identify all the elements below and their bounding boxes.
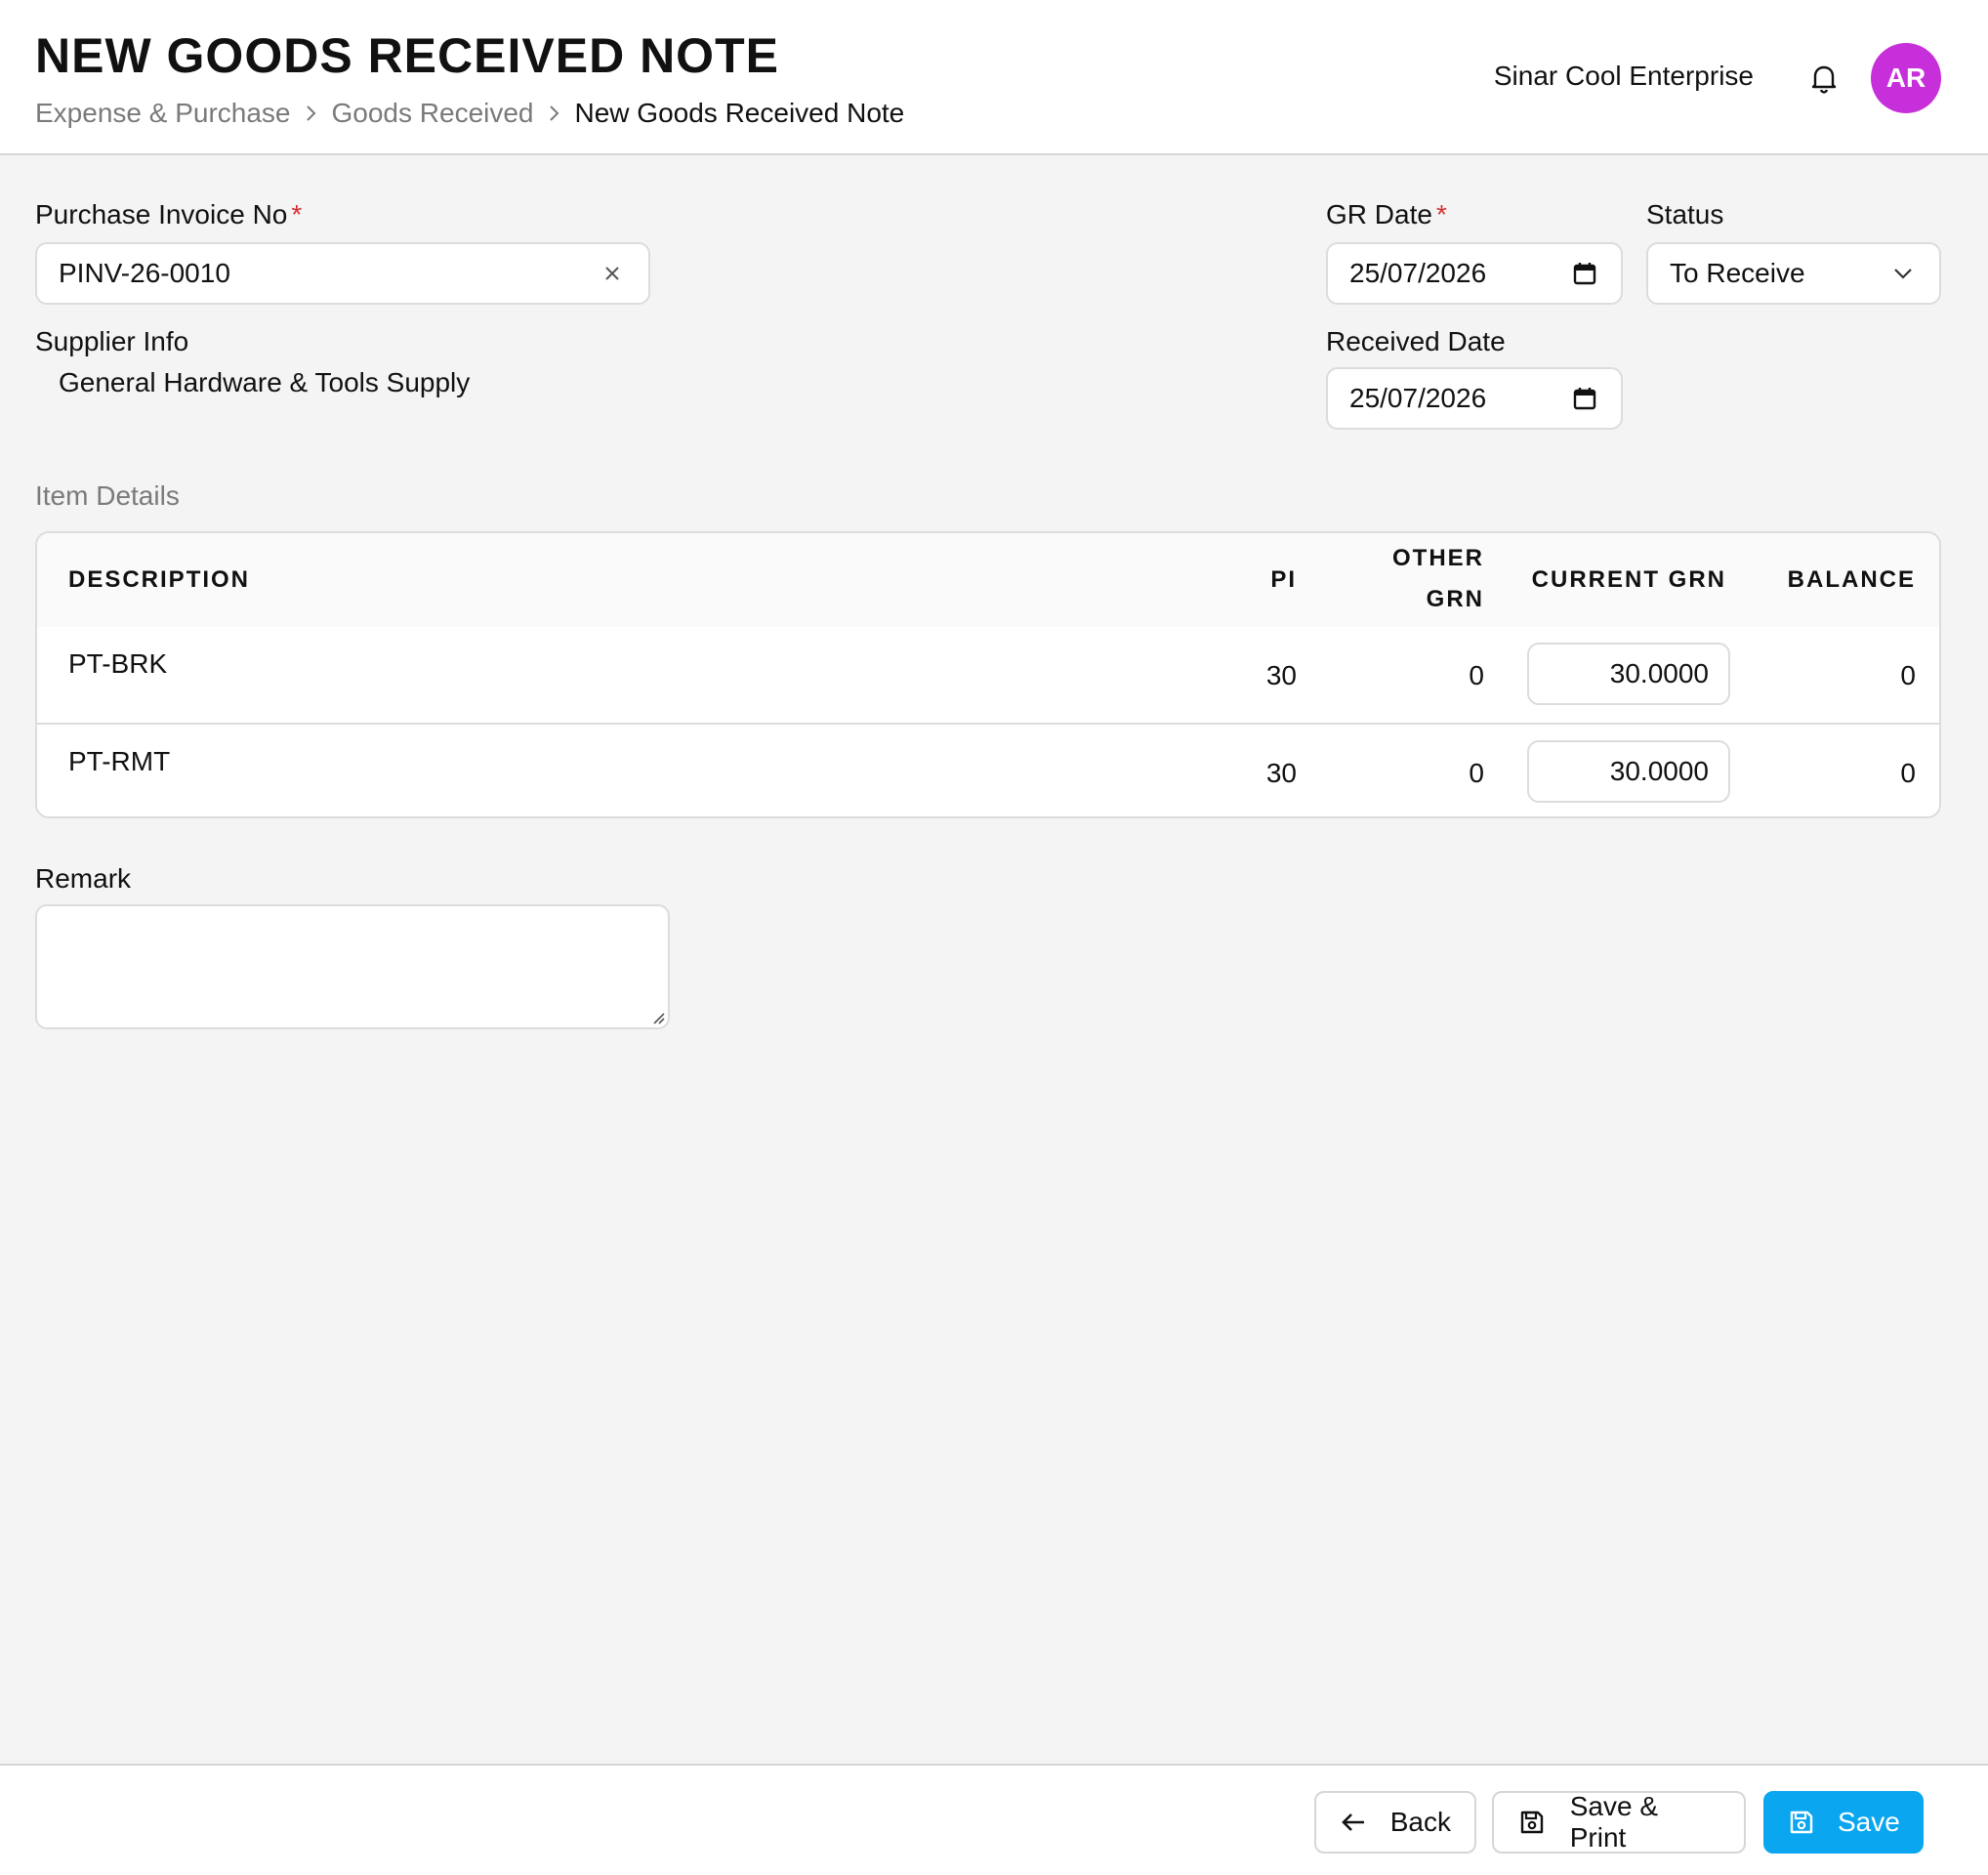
- item-details-title: Item Details: [35, 480, 180, 511]
- breadcrumb: Expense & Purchase Goods Received New Go…: [35, 94, 904, 133]
- item-details-table: DESCRIPTION PI OTHER GRN CURRENT GRN BAL…: [35, 531, 1941, 818]
- calendar-icon[interactable]: [1570, 384, 1599, 413]
- item-pi: 30: [1265, 660, 1297, 690]
- item-balance: 0: [1900, 758, 1916, 788]
- remark-textarea[interactable]: [35, 904, 670, 1029]
- item-description: PT-RMT: [68, 746, 171, 776]
- chevron-down-icon: [1888, 259, 1918, 288]
- purchase-invoice-value: PINV-26-0010: [59, 258, 230, 288]
- chevron-right-icon: [291, 104, 332, 123]
- calendar-icon[interactable]: [1570, 259, 1599, 288]
- table-row: PT-RMT 30 0 30.0000 0: [37, 723, 1939, 816]
- save-icon: [1517, 1808, 1547, 1837]
- save-print-button[interactable]: Save & Print: [1492, 1791, 1746, 1854]
- column-description: DESCRIPTION: [68, 566, 251, 593]
- save-icon: [1789, 1808, 1814, 1837]
- current-grn-input[interactable]: 30.0000: [1527, 740, 1730, 803]
- status-select[interactable]: To Receive: [1646, 242, 1941, 305]
- remark-label: Remark: [35, 863, 132, 894]
- status-value: To Receive: [1670, 258, 1805, 288]
- received-date-value: 25/07/2026: [1349, 383, 1487, 413]
- table-row: PT-BRK 30 0 30.0000 0: [37, 627, 1939, 723]
- resize-handle-icon[interactable]: [648, 1008, 666, 1025]
- current-grn-input[interactable]: 30.0000: [1527, 643, 1730, 705]
- breadcrumb-goods-received[interactable]: Goods Received: [332, 98, 534, 129]
- item-other-grn: 0: [1469, 660, 1484, 690]
- arrow-left-icon: [1340, 1808, 1367, 1837]
- clear-icon[interactable]: [598, 259, 627, 288]
- gr-date-value: 25/07/2026: [1349, 258, 1487, 288]
- item-pi: 30: [1265, 758, 1297, 788]
- footer-bar: Back Save & Print Save: [0, 1764, 1988, 1875]
- back-button[interactable]: Back: [1314, 1791, 1476, 1854]
- company-name[interactable]: Sinar Cool Enterprise: [1494, 61, 1754, 92]
- purchase-invoice-field[interactable]: PINV-26-0010: [35, 242, 650, 305]
- column-other-grn: OTHER GRN: [1392, 545, 1484, 612]
- avatar[interactable]: AR: [1871, 43, 1941, 113]
- item-balance: 0: [1900, 660, 1916, 690]
- chevron-right-icon: [534, 104, 575, 123]
- item-other-grn: 0: [1469, 758, 1484, 788]
- save-button[interactable]: Save: [1763, 1791, 1924, 1854]
- table-header: DESCRIPTION PI OTHER GRN CURRENT GRN BAL…: [37, 533, 1939, 627]
- supplier-info-label: Supplier Info: [35, 326, 189, 356]
- item-description: PT-BRK: [68, 648, 168, 679]
- status-label: Status: [1646, 199, 1724, 229]
- purchase-invoice-label: Purchase Invoice No *: [35, 199, 303, 229]
- column-balance: BALANCE: [1787, 566, 1916, 593]
- column-pi: PI: [1270, 566, 1297, 593]
- column-current-grn: CURRENT GRN: [1531, 566, 1726, 593]
- bell-icon[interactable]: [1806, 61, 1842, 96]
- page-header: NEW GOODS RECEIVED NOTE Expense & Purcha…: [0, 0, 1988, 155]
- page-title: NEW GOODS RECEIVED NOTE: [35, 28, 779, 83]
- gr-date-label: GR Date *: [1326, 199, 1447, 229]
- breadcrumb-current: New Goods Received Note: [574, 98, 905, 128]
- received-date-field[interactable]: 25/07/2026: [1326, 367, 1623, 430]
- breadcrumb-expense-purchase[interactable]: Expense & Purchase: [35, 98, 291, 129]
- supplier-info-value: General Hardware & Tools Supply: [59, 367, 471, 397]
- received-date-label: Received Date: [1326, 326, 1506, 356]
- gr-date-field[interactable]: 25/07/2026: [1326, 242, 1623, 305]
